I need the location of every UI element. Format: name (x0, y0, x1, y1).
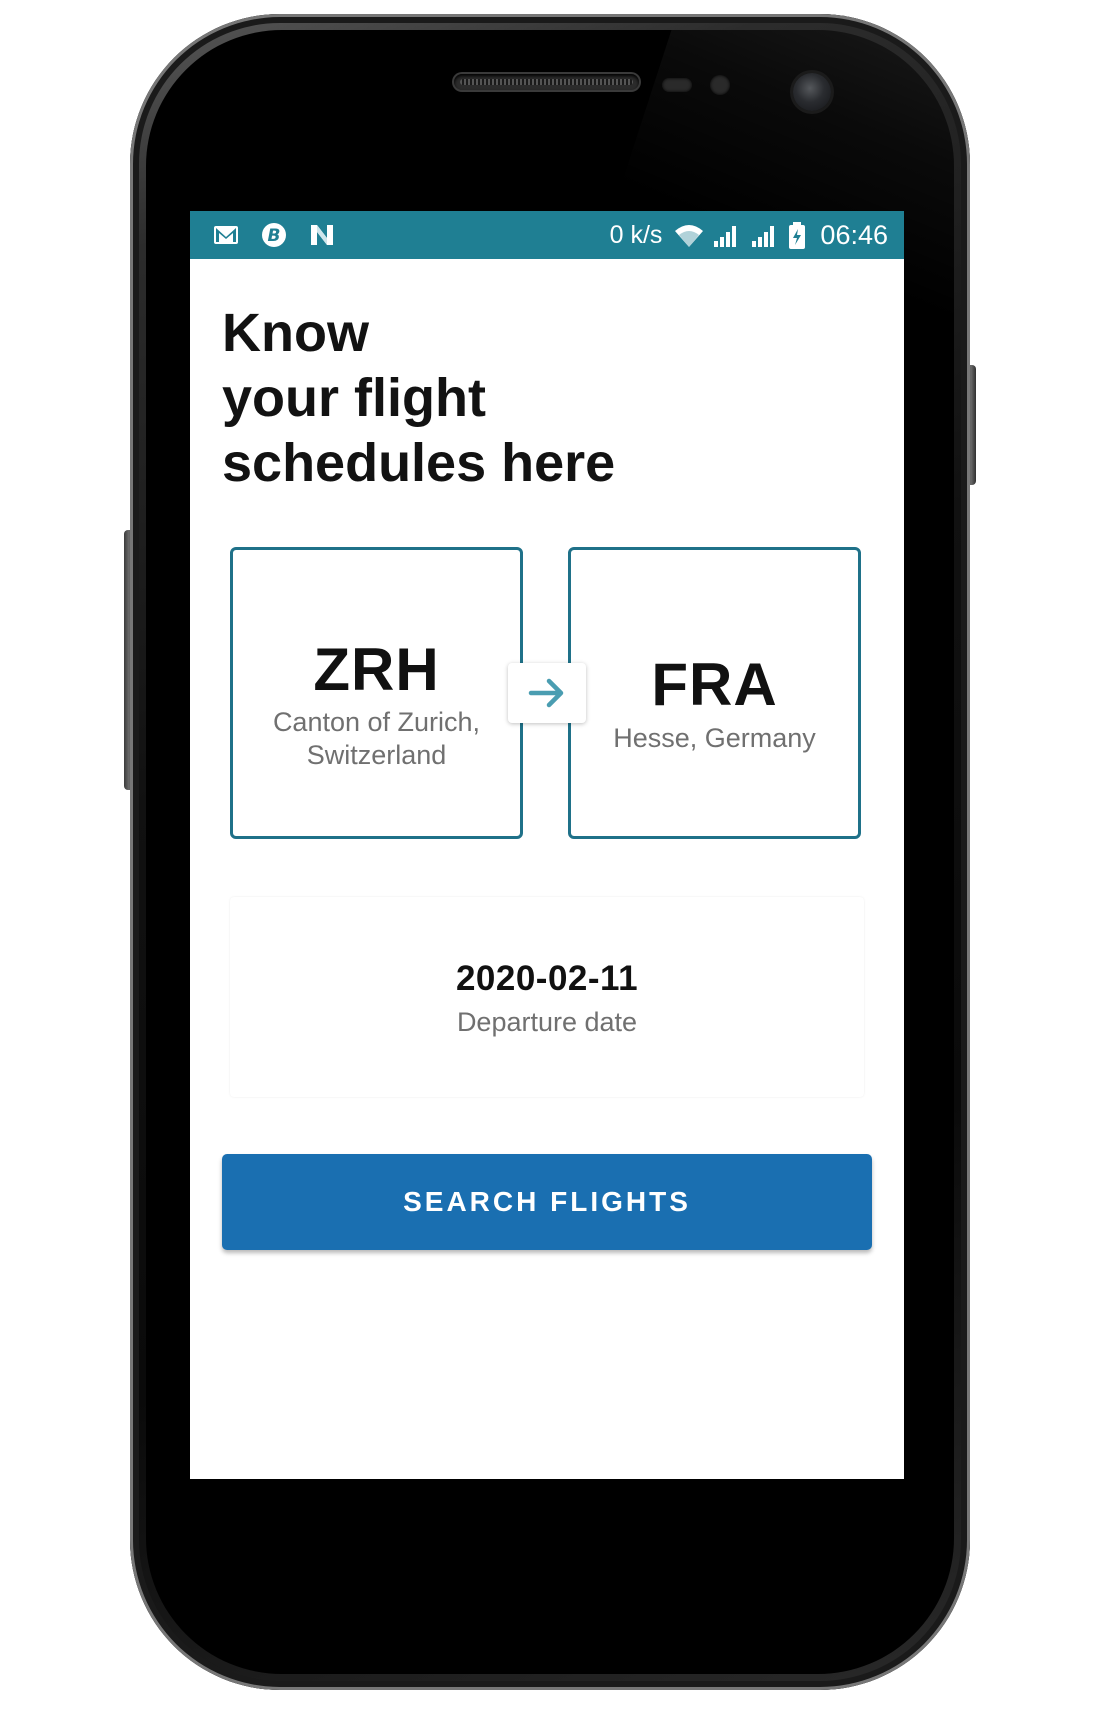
title-line-1: Know (222, 303, 369, 363)
origin-region: Canton of Zurich, Switzerland (243, 706, 510, 772)
title-line-3: schedules here (222, 433, 616, 493)
arrow-right-icon (528, 678, 564, 708)
app-screen: B 0 k/s 06:46 Know your flight schedules… (190, 211, 904, 1479)
notification-icons: B (212, 221, 336, 249)
bitcoin-icon: B (262, 223, 286, 247)
light-sensor (710, 75, 730, 95)
swap-route-button[interactable] (508, 663, 586, 723)
signal-icon-2 (752, 225, 775, 247)
network-speed: 0 k/s (609, 221, 663, 249)
destination-airport-card[interactable]: FRA Hesse, Germany (568, 547, 861, 839)
device-mockup: B 0 k/s 06:46 Know your flight schedules… (0, 0, 1101, 1709)
signal-icon (714, 225, 737, 247)
proximity-sensor (662, 78, 692, 92)
gmail-icon (214, 226, 238, 244)
status-time: 06:46 (820, 220, 888, 250)
destination-code: FRA (651, 651, 778, 718)
n-app-icon (311, 225, 333, 245)
departure-date-label: Departure date (456, 1007, 638, 1037)
title-line-2: your flight (222, 368, 486, 428)
system-indicators: 0 k/s 06:46 (610, 220, 888, 251)
origin-airport-card[interactable]: ZRH Canton of Zurich, Switzerland (230, 547, 523, 839)
wifi-icon (675, 224, 704, 247)
departure-date-picker[interactable]: 2020-02-11 Departure date (230, 897, 864, 1097)
origin-region-line-1: Canton of Zurich, (272, 707, 481, 737)
battery-icon (789, 221, 806, 249)
svg-text:B: B (268, 226, 281, 246)
origin-region-line-2: Switzerland (306, 740, 447, 770)
departure-date-value: 2020-02-11 (455, 959, 639, 998)
page-title: Know your flight schedules here (222, 301, 822, 496)
earpiece-speaker (454, 74, 639, 90)
front-camera (793, 73, 831, 111)
status-bar: B 0 k/s 06:46 (190, 211, 904, 259)
origin-code: ZRH (313, 636, 440, 703)
search-flights-button[interactable]: SEARCH FLIGHTS (222, 1154, 872, 1250)
destination-region: Hesse, Germany (613, 723, 816, 753)
